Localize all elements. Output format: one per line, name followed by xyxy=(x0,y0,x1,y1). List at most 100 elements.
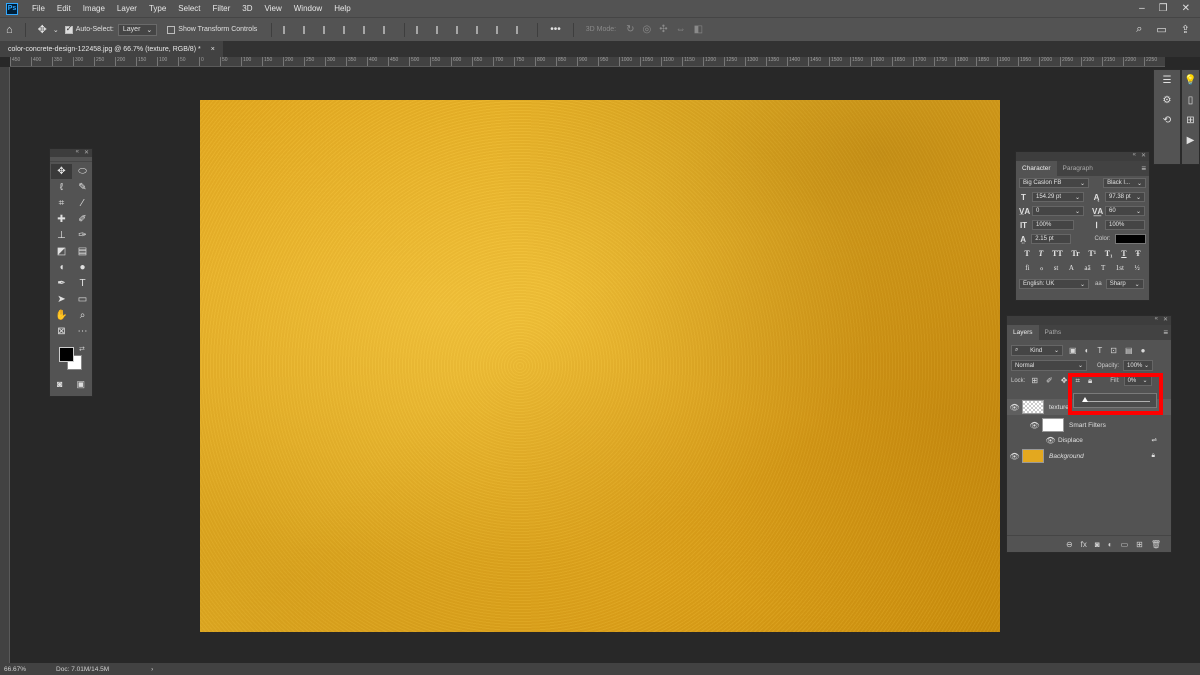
blend-mode-dropdown[interactable]: Normal ⌄ xyxy=(1011,360,1087,371)
left-ruler[interactable] xyxy=(0,67,10,663)
menu-edit[interactable]: Edit xyxy=(51,4,77,13)
path-selection-tool-icon[interactable]: ➤ xyxy=(51,292,72,307)
healing-brush-tool-icon[interactable]: ✚ xyxy=(51,212,72,227)
search-icon[interactable]: ⌕ xyxy=(1136,23,1142,36)
new-group-icon[interactable]: ▭ xyxy=(1121,540,1129,549)
trash-icon[interactable]: 🗑︎ xyxy=(1151,540,1161,549)
screen-mode-icon[interactable]: ▣ xyxy=(76,379,85,390)
history-icon[interactable]: ⟲ xyxy=(1154,110,1180,130)
collapse-icon[interactable]: « xyxy=(76,149,79,157)
tab-paragraph[interactable]: Paragraph xyxy=(1057,161,1099,176)
lock-artboard-icon[interactable]: ⌗ xyxy=(1075,376,1080,386)
eraser-tool-icon[interactable]: ◩ xyxy=(51,244,72,259)
tools-panel-titlebar[interactable]: «✕ xyxy=(50,149,92,157)
kerning-field[interactable]: 0 ⌄ xyxy=(1032,206,1084,216)
superscript-button[interactable]: T¹ xyxy=(1088,249,1096,258)
adjustments-icon[interactable]: ⚙ xyxy=(1154,90,1180,110)
menu-view[interactable]: View xyxy=(259,4,288,13)
restore-icon[interactable]: ❐ xyxy=(1159,3,1168,14)
status-menu-arrow[interactable]: › xyxy=(151,666,153,673)
baseline-shift-field[interactable]: 2.15 pt xyxy=(1031,234,1071,244)
lock-image-icon[interactable]: ✐ xyxy=(1046,376,1053,385)
lock-position-icon[interactable]: ✥ xyxy=(1061,376,1068,385)
swash-button[interactable]: A xyxy=(1069,264,1074,272)
filter-type-icon[interactable]: T xyxy=(1097,346,1102,355)
tab-character[interactable]: Character xyxy=(1016,161,1057,176)
underline-button[interactable]: T xyxy=(1121,249,1126,258)
eyedropper-tool-icon[interactable]: ⁄ xyxy=(72,196,93,211)
stylistic-alternates-button[interactable]: aā xyxy=(1084,264,1090,272)
character-panel-titlebar[interactable]: «✕ xyxy=(1016,152,1149,161)
menu-3d[interactable]: 3D xyxy=(236,4,258,13)
zoom-tool-icon[interactable]: ⌕ xyxy=(72,308,93,323)
swap-colors-icon[interactable]: ⇄ xyxy=(79,345,85,353)
distribute-center-icon[interactable] xyxy=(496,25,506,34)
move-tool-icon[interactable]: ✥ xyxy=(51,164,72,179)
tab-layers[interactable]: Layers xyxy=(1007,325,1039,340)
close-icon[interactable]: ✕ xyxy=(84,149,89,157)
clone-stamp-tool-icon[interactable]: ⊥ xyxy=(51,228,72,243)
lock-all-icon[interactable]: 🔒︎ xyxy=(1088,376,1092,386)
menu-type[interactable]: Type xyxy=(143,4,172,13)
close-tab-icon[interactable]: × xyxy=(211,46,215,53)
font-size-field[interactable]: 154.29 pt ⌄ xyxy=(1032,192,1084,202)
align-center-icon[interactable] xyxy=(303,25,313,34)
panel-menu-icon[interactable]: ≡ xyxy=(1163,328,1168,337)
ordinals-button[interactable]: 1st xyxy=(1116,264,1124,272)
close-icon[interactable]: ✕ xyxy=(1163,316,1168,325)
close-window-icon[interactable]: ✕ xyxy=(1182,3,1190,14)
opacity-field[interactable]: 100% ⌄ xyxy=(1123,360,1154,371)
small-caps-button[interactable]: Tr xyxy=(1071,249,1079,258)
add-mask-icon[interactable]: ◙ xyxy=(1095,540,1100,549)
menu-layer[interactable]: Layer xyxy=(111,4,143,13)
quick-select-tool-icon[interactable]: ✎ xyxy=(72,180,93,195)
subscript-button[interactable]: T₁ xyxy=(1105,249,1113,258)
share-icon[interactable]: ⇪ xyxy=(1181,23,1190,36)
layer-background[interactable]: 👁︎ Background 🔒︎ xyxy=(1007,448,1171,464)
adjustment-layer-icon[interactable]: ◐ xyxy=(1108,540,1113,549)
actions-play-icon[interactable]: ▶ xyxy=(1182,130,1199,150)
minimize-icon[interactable]: – xyxy=(1139,3,1145,14)
learn-icon[interactable]: 💡 xyxy=(1182,70,1199,90)
visibility-eye-icon[interactable]: 👁︎ xyxy=(1027,421,1042,430)
properties-icon[interactable]: ☰ xyxy=(1154,70,1180,90)
horizontal-scale-field[interactable]: 100% xyxy=(1105,220,1145,230)
titling-button[interactable]: T xyxy=(1101,264,1105,272)
top-ruler[interactable]: 450 400 350 300 250 200 150 100 50 0 50 100 150 200 25… xyxy=(10,57,1165,67)
filter-options-icon[interactable]: ⇌ xyxy=(1152,436,1157,444)
gradient-tool-icon[interactable]: ▤ xyxy=(72,244,93,259)
distribute-right-icon[interactable] xyxy=(516,25,526,34)
foreground-color-swatch[interactable] xyxy=(59,347,74,362)
distribute-bottom-icon[interactable] xyxy=(456,25,466,34)
visibility-eye-icon[interactable]: 👁︎ xyxy=(1007,403,1022,412)
filter-adjustment-icon[interactable]: ◐ xyxy=(1085,346,1090,355)
fractions-button[interactable]: ½ xyxy=(1134,264,1139,272)
discretionary-ligatures-button[interactable]: st xyxy=(1054,264,1059,272)
strikethrough-button[interactable]: Ŧ xyxy=(1135,249,1140,258)
lasso-tool-icon[interactable]: ℓ xyxy=(51,180,72,195)
align-bottom-icon[interactable] xyxy=(383,25,393,34)
collapse-icon[interactable]: « xyxy=(1133,152,1136,161)
quick-mask-icon[interactable]: ◙ xyxy=(57,379,62,390)
libraries-icon[interactable]: ▯ xyxy=(1182,90,1199,110)
fill-slider-knob[interactable] xyxy=(1082,397,1088,402)
language-dropdown[interactable]: English: UK ⌄ xyxy=(1019,279,1089,289)
menu-file[interactable]: File xyxy=(26,4,51,13)
layers-panel-titlebar[interactable]: «✕ xyxy=(1007,316,1171,325)
channels-icon[interactable]: ⊞ xyxy=(1182,110,1199,130)
align-left-icon[interactable] xyxy=(283,25,293,34)
marquee-tool-icon[interactable]: ⬭ xyxy=(72,164,93,179)
align-middle-icon[interactable] xyxy=(363,25,373,34)
menu-window[interactable]: Window xyxy=(288,4,328,13)
history-brush-tool-icon[interactable]: ✑ xyxy=(72,228,93,243)
close-icon[interactable]: ✕ xyxy=(1141,152,1146,161)
new-layer-icon[interactable]: ⊞ xyxy=(1136,540,1143,549)
menu-image[interactable]: Image xyxy=(77,4,111,13)
distribute-top-icon[interactable] xyxy=(416,25,426,34)
antialias-dropdown[interactable]: Sharp ⌄ xyxy=(1105,279,1144,289)
auto-select-checkbox[interactable] xyxy=(64,24,73,34)
link-layers-icon[interactable]: ⊖ xyxy=(1066,540,1073,549)
filter-toggle-icon[interactable]: ● xyxy=(1141,346,1146,355)
tab-paths[interactable]: Paths xyxy=(1039,325,1068,340)
fill-slider-track[interactable] xyxy=(1084,401,1150,402)
